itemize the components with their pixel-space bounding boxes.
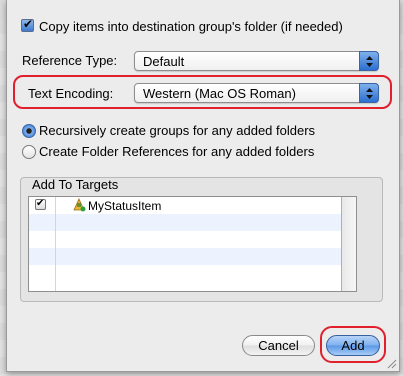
radio-folder-references[interactable] bbox=[22, 145, 36, 159]
target-app-icon bbox=[72, 198, 86, 215]
table-row bbox=[29, 214, 356, 231]
table-row bbox=[29, 231, 356, 248]
text-encoding-label: Text Encoding: bbox=[28, 86, 114, 101]
target-checkbox[interactable]: ✔ bbox=[35, 198, 46, 210]
text-encoding-value: Western (Mac OS Roman) bbox=[143, 86, 296, 101]
reference-type-popup[interactable]: Default bbox=[134, 51, 379, 71]
column-divider bbox=[55, 197, 56, 291]
text-encoding-popup[interactable]: Western (Mac OS Roman) bbox=[134, 83, 379, 103]
add-button[interactable]: Add bbox=[326, 335, 380, 356]
table-row bbox=[29, 265, 356, 282]
resize-grip-icon[interactable] bbox=[386, 358, 397, 369]
target-name: MyStatusItem bbox=[88, 199, 162, 213]
radio-recursive-label: Recursively create groups for any added … bbox=[39, 123, 316, 138]
targets-table: ✔ MyStatusItem bbox=[28, 196, 357, 292]
table-row[interactable]: ✔ MyStatusItem bbox=[29, 197, 356, 214]
popup-arrows-icon bbox=[359, 83, 379, 103]
vertical-scrollbar[interactable] bbox=[341, 197, 356, 291]
checkmark-icon: ✔ bbox=[23, 17, 34, 31]
radio-recursive-groups[interactable] bbox=[22, 124, 36, 138]
radio-folder-refs-label: Create Folder References for any added f… bbox=[39, 144, 315, 159]
popup-arrows-icon bbox=[359, 51, 379, 71]
add-files-sheet: ✔ Copy items into destination group's fo… bbox=[6, 0, 400, 372]
cancel-button[interactable]: Cancel bbox=[242, 335, 315, 356]
copy-items-checkbox[interactable]: ✔ bbox=[21, 17, 34, 32]
reference-type-label: Reference Type: bbox=[22, 53, 118, 68]
targets-title: Add To Targets bbox=[32, 177, 119, 192]
table-row bbox=[29, 248, 356, 265]
reference-type-value: Default bbox=[143, 54, 185, 69]
checkmark-icon: ✔ bbox=[36, 198, 45, 209]
copy-items-label: Copy items into destination group's fold… bbox=[39, 19, 343, 34]
